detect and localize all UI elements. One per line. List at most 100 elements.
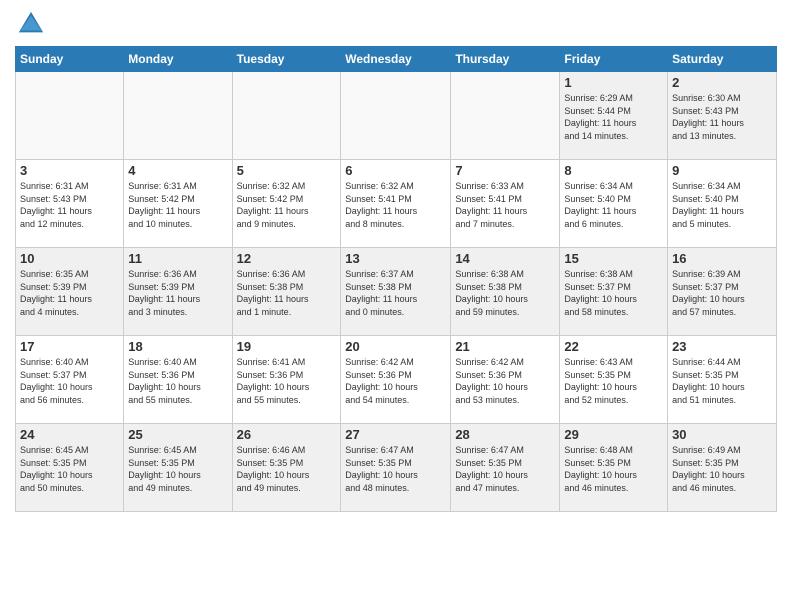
day-info: Sunrise: 6:36 AM Sunset: 5:38 PM Dayligh… [237, 268, 337, 318]
day-number: 30 [672, 427, 772, 442]
calendar-cell: 8 Sunrise: 6:34 AM Sunset: 5:40 PM Daylig… [560, 160, 668, 248]
day-info: Sunrise: 6:34 AM Sunset: 5:40 PM Dayligh… [564, 180, 663, 230]
day-number: 26 [237, 427, 337, 442]
day-info: Sunrise: 6:31 AM Sunset: 5:42 PM Dayligh… [128, 180, 227, 230]
day-number: 28 [455, 427, 555, 442]
calendar-cell: 10 Sunrise: 6:35 AM Sunset: 5:39 PM Dayli… [16, 248, 124, 336]
calendar-cell: 5 Sunrise: 6:32 AM Sunset: 5:42 PM Daylig… [232, 160, 341, 248]
day-number: 23 [672, 339, 772, 354]
day-number: 27 [345, 427, 446, 442]
day-number: 9 [672, 163, 772, 178]
calendar-cell: 22Sunrise: 6:43 AM Sunset: 5:35 PM Dayli… [560, 336, 668, 424]
calendar-week-3: 17Sunrise: 6:40 AM Sunset: 5:37 PM Dayli… [16, 336, 777, 424]
calendar-cell: 2 Sunrise: 6:30 AM Sunset: 5:43 PM Daylig… [668, 72, 777, 160]
day-header-thursday: Thursday [451, 47, 560, 72]
day-header-saturday: Saturday [668, 47, 777, 72]
calendar-cell: 23 Sunrise: 6:44 AM Sunset: 5:35 PM Dayli… [668, 336, 777, 424]
day-info: Sunrise: 6:44 AM Sunset: 5:35 PM Dayligh… [672, 356, 772, 406]
day-info: Sunrise: 6:45 AM Sunset: 5:35 PM Dayligh… [128, 444, 227, 494]
page: SundayMondayTuesdayWednesdayThursdayFrid… [0, 0, 792, 612]
day-number: 13 [345, 251, 446, 266]
calendar-cell [341, 72, 451, 160]
day-number: 18 [128, 339, 227, 354]
calendar-cell: 7 Sunrise: 6:33 AM Sunset: 5:41 PM Daylig… [451, 160, 560, 248]
day-info: Sunrise: 6:42 AM Sunset: 5:36 PM Dayligh… [455, 356, 555, 406]
calendar-cell: 6 Sunrise: 6:32 AM Sunset: 5:41 PM Daylig… [341, 160, 451, 248]
calendar-week-1: 3Sunrise: 6:31 AM Sunset: 5:43 PM Daylig… [16, 160, 777, 248]
calendar-cell: 20 Sunrise: 6:42 AM Sunset: 5:36 PM Dayli… [341, 336, 451, 424]
day-info: Sunrise: 6:38 AM Sunset: 5:37 PM Dayligh… [564, 268, 663, 318]
day-header-friday: Friday [560, 47, 668, 72]
calendar-week-2: 10 Sunrise: 6:35 AM Sunset: 5:39 PM Dayli… [16, 248, 777, 336]
day-number: 29 [564, 427, 663, 442]
day-info: Sunrise: 6:47 AM Sunset: 5:35 PM Dayligh… [455, 444, 555, 494]
day-number: 20 [345, 339, 446, 354]
calendar-cell: 1 Sunrise: 6:29 AM Sunset: 5:44 PM Daylig… [560, 72, 668, 160]
calendar-cell: 9 Sunrise: 6:34 AM Sunset: 5:40 PM Daylig… [668, 160, 777, 248]
calendar-cell [232, 72, 341, 160]
day-info: Sunrise: 6:33 AM Sunset: 5:41 PM Dayligh… [455, 180, 555, 230]
calendar-week-4: 24 Sunrise: 6:45 AM Sunset: 5:35 PM Dayli… [16, 424, 777, 512]
day-info: Sunrise: 6:48 AM Sunset: 5:35 PM Dayligh… [564, 444, 663, 494]
calendar-cell: 4 Sunrise: 6:31 AM Sunset: 5:42 PM Daylig… [124, 160, 232, 248]
day-info: Sunrise: 6:34 AM Sunset: 5:40 PM Dayligh… [672, 180, 772, 230]
calendar-cell: 28 Sunrise: 6:47 AM Sunset: 5:35 PM Dayli… [451, 424, 560, 512]
day-number: 5 [237, 163, 337, 178]
day-info: Sunrise: 6:37 AM Sunset: 5:38 PM Dayligh… [345, 268, 446, 318]
day-header-monday: Monday [124, 47, 232, 72]
day-number: 11 [128, 251, 227, 266]
day-info: Sunrise: 6:29 AM Sunset: 5:44 PM Dayligh… [564, 92, 663, 142]
day-number: 24 [20, 427, 119, 442]
day-info: Sunrise: 6:49 AM Sunset: 5:35 PM Dayligh… [672, 444, 772, 494]
day-info: Sunrise: 6:41 AM Sunset: 5:36 PM Dayligh… [237, 356, 337, 406]
day-number: 14 [455, 251, 555, 266]
day-info: Sunrise: 6:40 AM Sunset: 5:36 PM Dayligh… [128, 356, 227, 406]
day-number: 10 [20, 251, 119, 266]
calendar-cell: 19 Sunrise: 6:41 AM Sunset: 5:36 PM Dayli… [232, 336, 341, 424]
day-number: 12 [237, 251, 337, 266]
day-info: Sunrise: 6:31 AM Sunset: 5:43 PM Dayligh… [20, 180, 119, 230]
calendar-cell: 14 Sunrise: 6:38 AM Sunset: 5:38 PM Dayli… [451, 248, 560, 336]
calendar-cell: 11 Sunrise: 6:36 AM Sunset: 5:39 PM Dayli… [124, 248, 232, 336]
day-header-sunday: Sunday [16, 47, 124, 72]
day-number: 8 [564, 163, 663, 178]
calendar-cell: 12 Sunrise: 6:36 AM Sunset: 5:38 PM Dayli… [232, 248, 341, 336]
day-info: Sunrise: 6:30 AM Sunset: 5:43 PM Dayligh… [672, 92, 772, 142]
day-number: 25 [128, 427, 227, 442]
calendar-cell: 21 Sunrise: 6:42 AM Sunset: 5:36 PM Dayli… [451, 336, 560, 424]
calendar-cell: 30 Sunrise: 6:49 AM Sunset: 5:35 PM Dayli… [668, 424, 777, 512]
day-info: Sunrise: 6:36 AM Sunset: 5:39 PM Dayligh… [128, 268, 227, 318]
calendar-cell: 27Sunrise: 6:47 AM Sunset: 5:35 PM Dayli… [341, 424, 451, 512]
day-info: Sunrise: 6:42 AM Sunset: 5:36 PM Dayligh… [345, 356, 446, 406]
day-info: Sunrise: 6:46 AM Sunset: 5:35 PM Dayligh… [237, 444, 337, 494]
day-number: 15 [564, 251, 663, 266]
calendar-header-row: SundayMondayTuesdayWednesdayThursdayFrid… [16, 47, 777, 72]
header [15, 10, 777, 38]
calendar-cell: 29 Sunrise: 6:48 AM Sunset: 5:35 PM Dayli… [560, 424, 668, 512]
calendar-table: SundayMondayTuesdayWednesdayThursdayFrid… [15, 46, 777, 512]
day-number: 7 [455, 163, 555, 178]
calendar-cell [124, 72, 232, 160]
day-info: Sunrise: 6:35 AM Sunset: 5:39 PM Dayligh… [20, 268, 119, 318]
day-number: 19 [237, 339, 337, 354]
calendar-cell: 18 Sunrise: 6:40 AM Sunset: 5:36 PM Dayli… [124, 336, 232, 424]
day-info: Sunrise: 6:39 AM Sunset: 5:37 PM Dayligh… [672, 268, 772, 318]
day-info: Sunrise: 6:38 AM Sunset: 5:38 PM Dayligh… [455, 268, 555, 318]
day-number: 1 [564, 75, 663, 90]
day-number: 16 [672, 251, 772, 266]
day-header-wednesday: Wednesday [341, 47, 451, 72]
logo [15, 10, 45, 38]
day-number: 2 [672, 75, 772, 90]
day-number: 4 [128, 163, 227, 178]
calendar-cell: 15 Sunrise: 6:38 AM Sunset: 5:37 PM Dayli… [560, 248, 668, 336]
day-number: 6 [345, 163, 446, 178]
day-number: 21 [455, 339, 555, 354]
calendar-cell: 3Sunrise: 6:31 AM Sunset: 5:43 PM Daylig… [16, 160, 124, 248]
calendar-cell: 13 Sunrise: 6:37 AM Sunset: 5:38 PM Dayli… [341, 248, 451, 336]
day-info: Sunrise: 6:32 AM Sunset: 5:41 PM Dayligh… [345, 180, 446, 230]
calendar-cell: 16 Sunrise: 6:39 AM Sunset: 5:37 PM Dayli… [668, 248, 777, 336]
day-info: Sunrise: 6:32 AM Sunset: 5:42 PM Dayligh… [237, 180, 337, 230]
day-header-tuesday: Tuesday [232, 47, 341, 72]
calendar-cell [16, 72, 124, 160]
day-number: 17 [20, 339, 119, 354]
